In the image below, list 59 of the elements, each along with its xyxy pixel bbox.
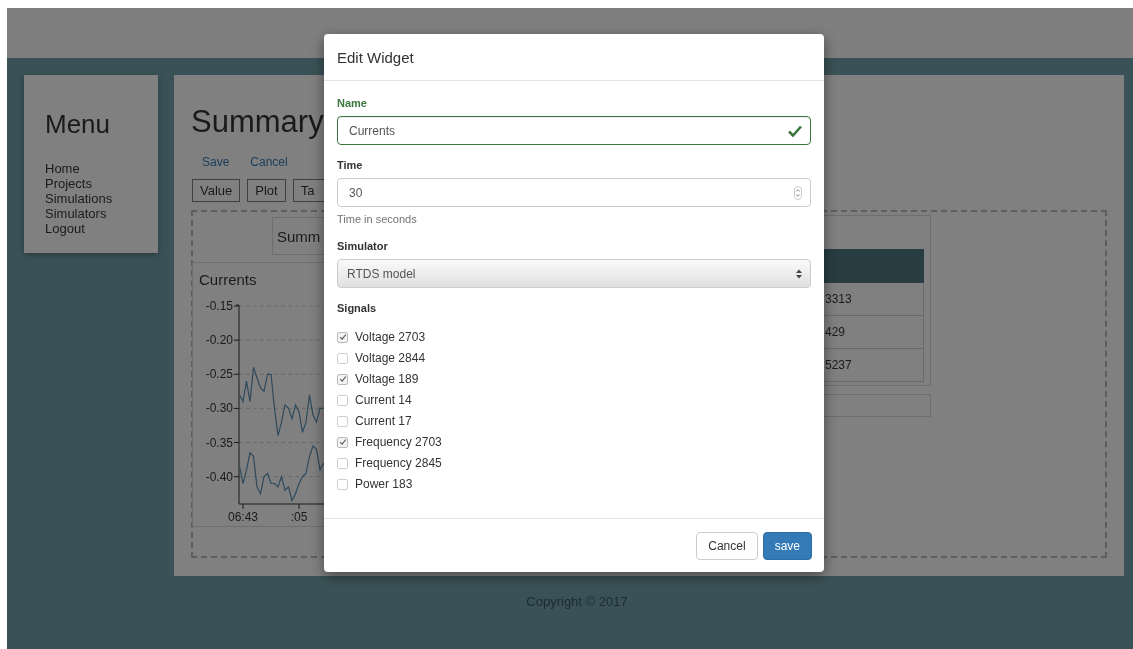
cancel-button[interactable]: Cancel [696,531,758,560]
field-label: Time [337,158,364,172]
tick-mark [233,476,240,478]
updown-arrows-icon [796,268,802,279]
menu-link[interactable]: Home [45,161,158,176]
axis-tick-label: -0.40 [205,469,233,484]
simulator-select[interactable]: RTDS model [337,259,811,288]
field-label: Simulator [337,239,389,253]
checkbox[interactable] [337,373,348,385]
axis-tick-label: -0.15 [205,299,233,313]
toolbox-button[interactable]: Value [192,179,241,202]
tick-mark [233,407,240,409]
menu-link[interactable]: Simulators [45,206,158,221]
menu-title: Menu [45,109,112,139]
action-link[interactable]: Save [202,155,230,169]
axis-tick-label: 06:43 [228,510,258,522]
widget-label: Summ [277,227,321,245]
axis-tick-label: -0.35 [205,435,233,450]
time-field[interactable]: 30 [337,178,811,207]
axis-tick-label: -0.20 [205,333,233,348]
help-text: Time in seconds [337,213,418,226]
checkbox-label: Voltage 189 [355,372,419,386]
tick-mark [233,305,240,307]
menu-link[interactable]: Simulations [45,191,158,206]
checkbox[interactable] [337,457,348,469]
checkbox-label: Voltage 2844 [355,351,426,365]
save-button[interactable]: save [762,531,812,560]
field-label: Name [337,96,368,110]
action-link[interactable]: Cancel [250,155,288,169]
tick-mark [298,503,300,510]
page-title: Summary [191,105,324,139]
checkbox-label: Voltage 2703 [355,330,426,344]
checkbox-label: Frequency 2703 [355,435,442,449]
toolbox-button[interactable]: Plot [247,179,286,202]
field-label: Signals [337,301,378,315]
axis-tick-label: -0.25 [205,367,233,382]
checkbox[interactable] [337,436,348,448]
checkbox[interactable] [337,352,348,364]
tick-mark [242,503,244,510]
checkbox[interactable] [337,394,348,406]
plot-title: Currents [199,271,257,289]
checkmark-icon [788,124,802,137]
tick-mark [233,339,240,341]
axis-tick-label: :05 [290,510,308,522]
spinner-icon[interactable] [794,185,802,200]
menu-link[interactable]: Logout [45,221,158,236]
axis-tick-label: -0.30 [205,401,233,416]
checkbox-label: Current 14 [355,393,412,407]
checkbox-label: Power 183 [355,477,413,491]
name-field[interactable]: Currents [337,116,811,145]
checkbox-label: Frequency 2845 [355,456,442,470]
menu-link[interactable]: Projects [45,176,158,191]
checkbox-label: Current 17 [355,414,412,428]
dialog-title: Edit Widget [337,48,414,66]
tick-mark [233,373,240,375]
checkbox[interactable] [337,478,348,490]
tick-mark [233,442,240,444]
checkbox[interactable] [337,331,348,343]
checkbox[interactable] [337,415,348,427]
